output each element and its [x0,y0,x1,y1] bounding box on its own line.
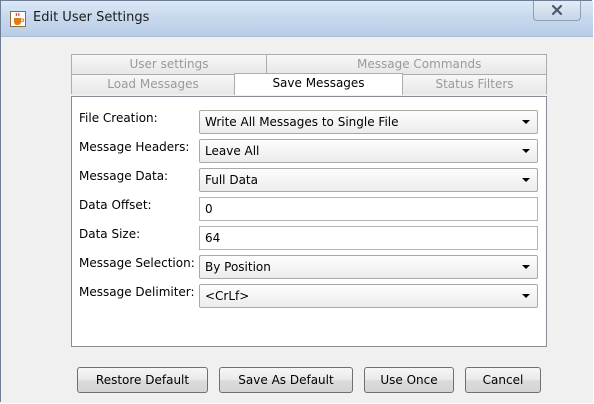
message-selection-select[interactable]: By Position [199,255,538,279]
tab-message-commands[interactable]: Message Commands [266,54,547,74]
dialog-body: User settings Message Commands Load Mess… [1,37,593,403]
message-data-select[interactable]: Full Data [199,168,538,192]
chevron-down-icon [522,120,530,124]
tab-label: User settings [129,57,209,71]
tab-label: Message Commands [357,57,482,71]
message-data-value: Full Data [205,173,258,187]
cancel-button[interactable]: Cancel [465,367,541,393]
data-offset-field[interactable]: 0 [199,197,538,221]
tab-label: Save Messages [272,76,365,90]
data-size-value: 64 [205,231,221,245]
file-creation-label: File Creation: [79,111,158,125]
chevron-down-icon [522,178,530,182]
restore-default-button[interactable]: Restore Default [77,367,208,393]
message-headers-value: Leave All [205,144,260,158]
tab-load-messages[interactable]: Load Messages [71,74,235,94]
edit-user-settings-window: Edit User Settings User settings Message… [0,0,593,403]
data-size-label: Data Size: [79,227,141,241]
tab-user-settings[interactable]: User settings [71,54,267,74]
data-offset-label: Data Offset: [79,198,152,212]
java-cup-icon [10,11,26,27]
message-selection-value: By Position [205,260,271,274]
tab-label: Status Filters [435,77,514,91]
save-as-default-button[interactable]: Save As Default [219,367,353,393]
message-data-label: Message Data: [79,169,169,183]
data-offset-value: 0 [205,202,213,216]
save-messages-panel: File Creation: Write All Messages to Sin… [71,96,547,347]
data-size-field[interactable]: 64 [199,226,538,250]
close-icon [551,4,563,16]
use-once-button[interactable]: Use Once [364,367,454,393]
tab-status-filters[interactable]: Status Filters [402,74,547,94]
chevron-down-icon [522,294,530,298]
message-headers-select[interactable]: Leave All [199,139,538,163]
message-selection-label: Message Selection: [79,256,195,270]
tab-save-messages[interactable]: Save Messages [234,73,403,95]
chevron-down-icon [522,149,530,153]
message-headers-label: Message Headers: [79,140,190,154]
message-delimiter-value: <CrLf> [205,289,250,303]
window-title: Edit User Settings [33,10,150,25]
title-bar[interactable]: Edit User Settings [1,1,593,37]
message-delimiter-select[interactable]: <CrLf> [199,284,538,308]
file-creation-value: Write All Messages to Single File [205,115,399,129]
close-button[interactable] [533,1,581,21]
file-creation-select[interactable]: Write All Messages to Single File [199,110,538,134]
chevron-down-icon [522,265,530,269]
tab-label: Load Messages [107,77,199,91]
message-delimiter-label: Message Delimiter: [79,285,195,299]
